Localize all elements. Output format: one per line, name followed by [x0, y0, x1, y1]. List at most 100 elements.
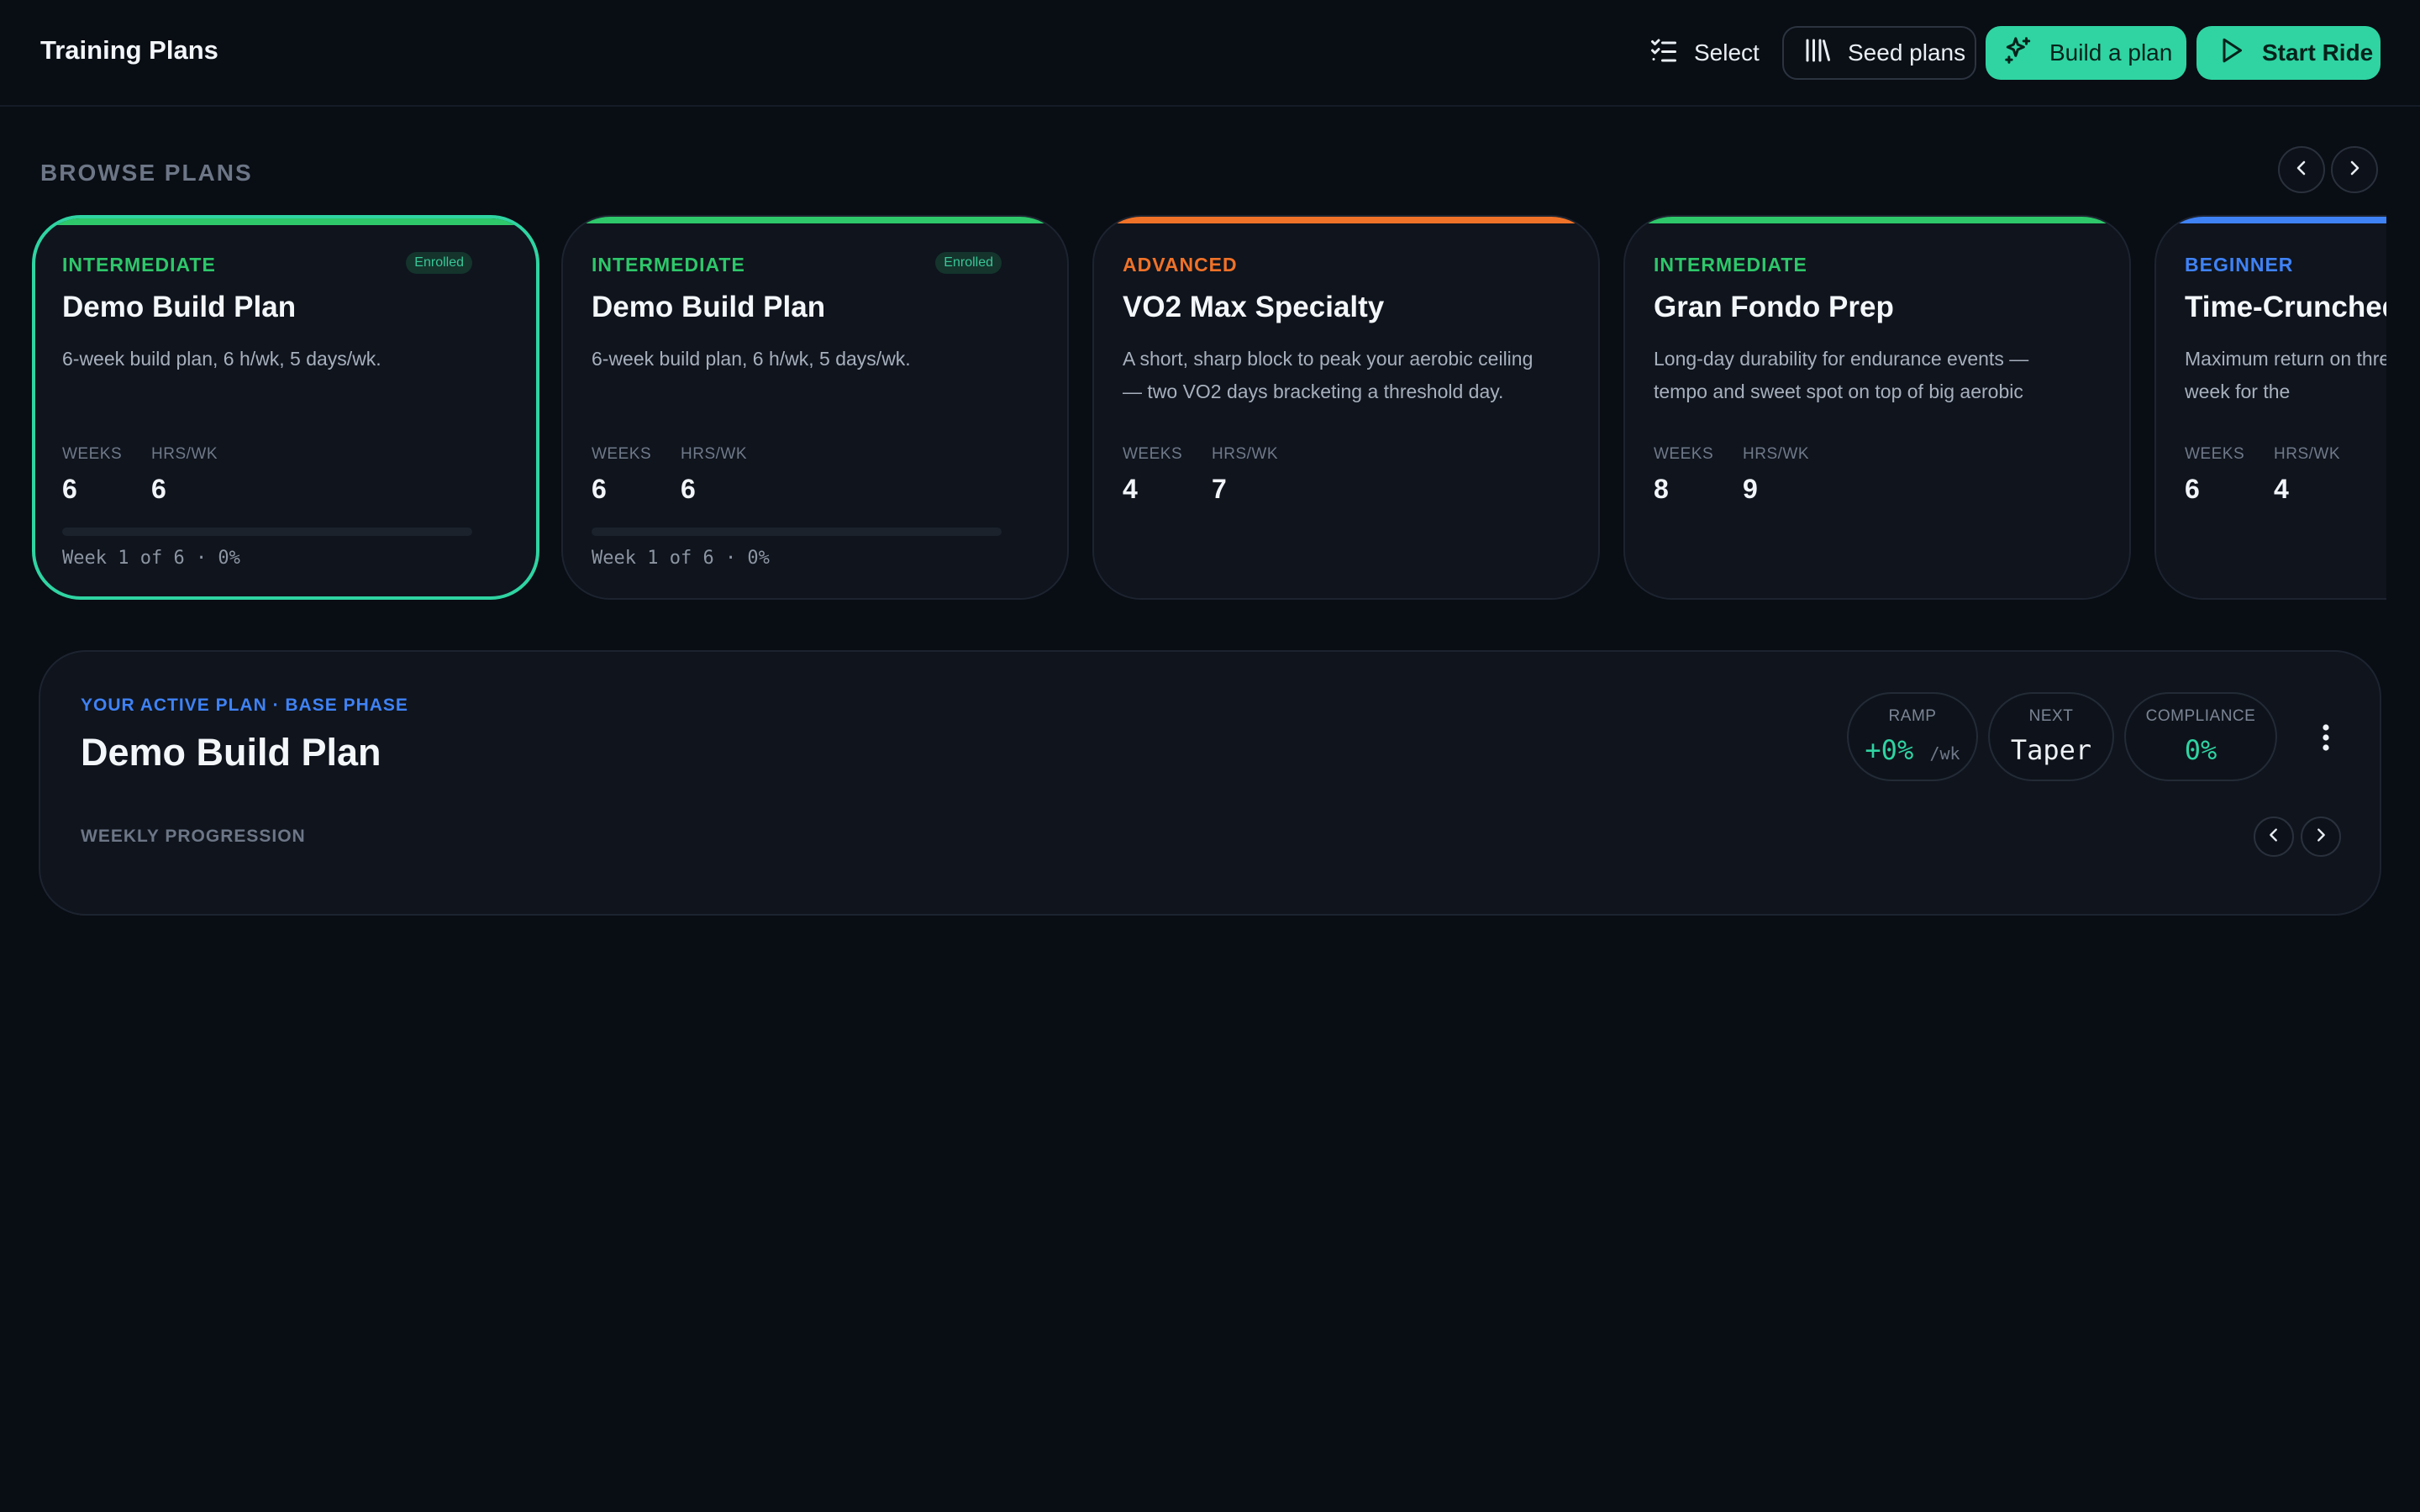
- hours-stat: HRS/WK 4: [2274, 445, 2340, 505]
- hours-label: HRS/WK: [681, 445, 747, 463]
- active-plan-eyebrow: YOUR ACTIVE PLAN · BASE PHASE: [81, 696, 408, 715]
- plan-level: BEGINNER: [2185, 254, 2294, 276]
- plan-description: Long-day durability for endurance events…: [1654, 348, 2029, 402]
- weeks-value: 8: [1654, 474, 1669, 504]
- plan-description: Maximum return on three sessions a week …: [2185, 348, 2386, 402]
- next-value: Taper: [2010, 734, 2092, 766]
- week-prev-button[interactable]: [2254, 816, 2294, 857]
- hours-value: 9: [1743, 474, 1758, 504]
- kebab-menu-icon: [2321, 722, 2331, 757]
- enrolled-badge: Enrolled: [406, 252, 472, 274]
- compliance-label: COMPLIANCE: [2145, 707, 2256, 725]
- weeks-label: WEEKS: [1123, 445, 1183, 463]
- build-plan-button[interactable]: Build a plan: [1986, 26, 2186, 80]
- checklist-icon: [1649, 35, 1679, 71]
- weeks-stat: WEEKS 6: [592, 445, 651, 505]
- plan-name: VO2 Max Specialty: [1123, 291, 1385, 323]
- weeks-value: 6: [62, 474, 77, 504]
- weeks-label: WEEKS: [2185, 445, 2245, 463]
- plan-progress-text: Week 1 of 6 · 0%: [62, 548, 240, 569]
- compliance-value: 0%: [2184, 734, 2217, 766]
- level-stripe: [1625, 217, 2129, 223]
- ramp-label: RAMP: [1888, 707, 1937, 725]
- weeks-stat: WEEKS 8: [1654, 445, 1713, 505]
- plan-name: Time-Crunched: [2185, 291, 2386, 323]
- level-stripe: [1094, 217, 1598, 223]
- weeks-label: WEEKS: [62, 445, 123, 463]
- select-button[interactable]: Select: [1645, 26, 1763, 80]
- plan-card[interactable]: INTERMEDIATE Enrolled Demo Build Plan 6-…: [561, 215, 1069, 600]
- hours-stat: HRS/WK 6: [681, 445, 747, 505]
- plans-carousel[interactable]: INTERMEDIATE Enrolled Demo Build Plan 6-…: [30, 213, 2386, 601]
- active-plan-panel: YOUR ACTIVE PLAN · BASE PHASE Demo Build…: [39, 650, 2381, 916]
- enrolled-badge: Enrolled: [935, 252, 1002, 274]
- plan-description: 6-week build plan, 6 h/wk, 5 days/wk.: [62, 348, 381, 370]
- next-pill: NEXT Taper: [1988, 692, 2114, 781]
- hours-stat: HRS/WK 7: [1212, 445, 1278, 505]
- plan-name: Gran Fondo Prep: [1654, 291, 1894, 323]
- plan-level: INTERMEDIATE: [592, 254, 745, 276]
- plan-name: Demo Build Plan: [592, 291, 826, 323]
- week-next-button[interactable]: [2301, 816, 2341, 857]
- weeks-label: WEEKS: [592, 445, 652, 463]
- hours-label: HRS/WK: [2274, 445, 2340, 463]
- plan-level: INTERMEDIATE: [1654, 254, 1807, 276]
- weeks-value: 4: [1123, 474, 1138, 504]
- ramp-pill: RAMP +0% /wk: [1847, 692, 1978, 781]
- hours-stat: HRS/WK 6: [151, 445, 218, 505]
- level-stripe: [2156, 217, 2386, 223]
- start-ride-button[interactable]: Start Ride: [2196, 26, 2381, 80]
- plan-card[interactable]: INTERMEDIATE Enrolled Demo Build Plan 6-…: [32, 215, 539, 600]
- plan-level: INTERMEDIATE: [62, 254, 216, 276]
- plan-card[interactable]: ADVANCED VO2 Max Specialty A short, shar…: [1092, 215, 1600, 600]
- plan-description: 6-week build plan, 6 h/wk, 5 days/wk.: [592, 348, 911, 370]
- plan-level: ADVANCED: [1123, 254, 1238, 276]
- weeks-stat: WEEKS 4: [1123, 445, 1182, 505]
- select-button-label: Select: [1694, 39, 1760, 66]
- ramp-unit: /wk: [1929, 743, 1960, 764]
- plan-progress-text: Week 1 of 6 · 0%: [592, 548, 770, 569]
- weeks-stat: WEEKS 6: [62, 445, 122, 505]
- weeks-value: 6: [592, 474, 607, 504]
- chevron-left-icon: [2265, 826, 2283, 848]
- hours-label: HRS/WK: [151, 445, 218, 463]
- more-options-button[interactable]: [2309, 722, 2343, 756]
- chevron-left-icon: [2291, 158, 2312, 182]
- hours-value: 6: [681, 474, 696, 504]
- hours-value: 4: [2274, 474, 2289, 504]
- weeks-stat: WEEKS 6: [2185, 445, 2244, 505]
- ramp-value-row: +0% /wk: [1849, 734, 1976, 766]
- level-stripe: [563, 217, 1067, 223]
- chevron-right-icon: [2344, 158, 2365, 182]
- active-plan-title: Demo Build Plan: [81, 731, 381, 774]
- sparkles-icon: [2002, 34, 2034, 72]
- plan-card[interactable]: INTERMEDIATE Gran Fondo Prep Long-day du…: [1623, 215, 2131, 600]
- page-title: Training Plans: [40, 35, 218, 65]
- carousel-next-button[interactable]: [2331, 146, 2378, 193]
- start-ride-label: Start Ride: [2262, 39, 2374, 66]
- ramp-value: +0%: [1865, 734, 1914, 766]
- seed-plans-label: Seed plans: [1848, 39, 1966, 66]
- hours-value: 7: [1212, 474, 1227, 504]
- weeks-label: WEEKS: [1654, 445, 1714, 463]
- build-plan-label: Build a plan: [2049, 39, 2173, 66]
- level-stripe: [35, 218, 536, 225]
- plan-progress-bar: [592, 528, 1002, 536]
- seed-plans-button[interactable]: Seed plans: [1782, 26, 1976, 80]
- weeks-value: 6: [2185, 474, 2200, 504]
- play-icon: [2217, 35, 2247, 71]
- plan-description: A short, sharp block to peak your aerobi…: [1123, 348, 1534, 402]
- plan-card[interactable]: BEGINNER Time-Crunched Maximum return on…: [2154, 215, 2386, 600]
- weekly-progression-label: WEEKLY PROGRESSION: [81, 827, 306, 846]
- hours-stat: HRS/WK 9: [1743, 445, 1809, 505]
- plan-progress-bar: [62, 528, 472, 536]
- hours-value: 6: [151, 474, 166, 504]
- plan-name: Demo Build Plan: [62, 291, 297, 323]
- carousel-prev-button[interactable]: [2278, 146, 2325, 193]
- chevron-right-icon: [2312, 826, 2330, 848]
- browse-plans-heading: BROWSE PLANS: [40, 160, 253, 186]
- next-label: NEXT: [2028, 707, 2074, 725]
- top-bar: Training Plans Select Seed plans Build a…: [0, 0, 2420, 107]
- hours-label: HRS/WK: [1212, 445, 1278, 463]
- hours-label: HRS/WK: [1743, 445, 1809, 463]
